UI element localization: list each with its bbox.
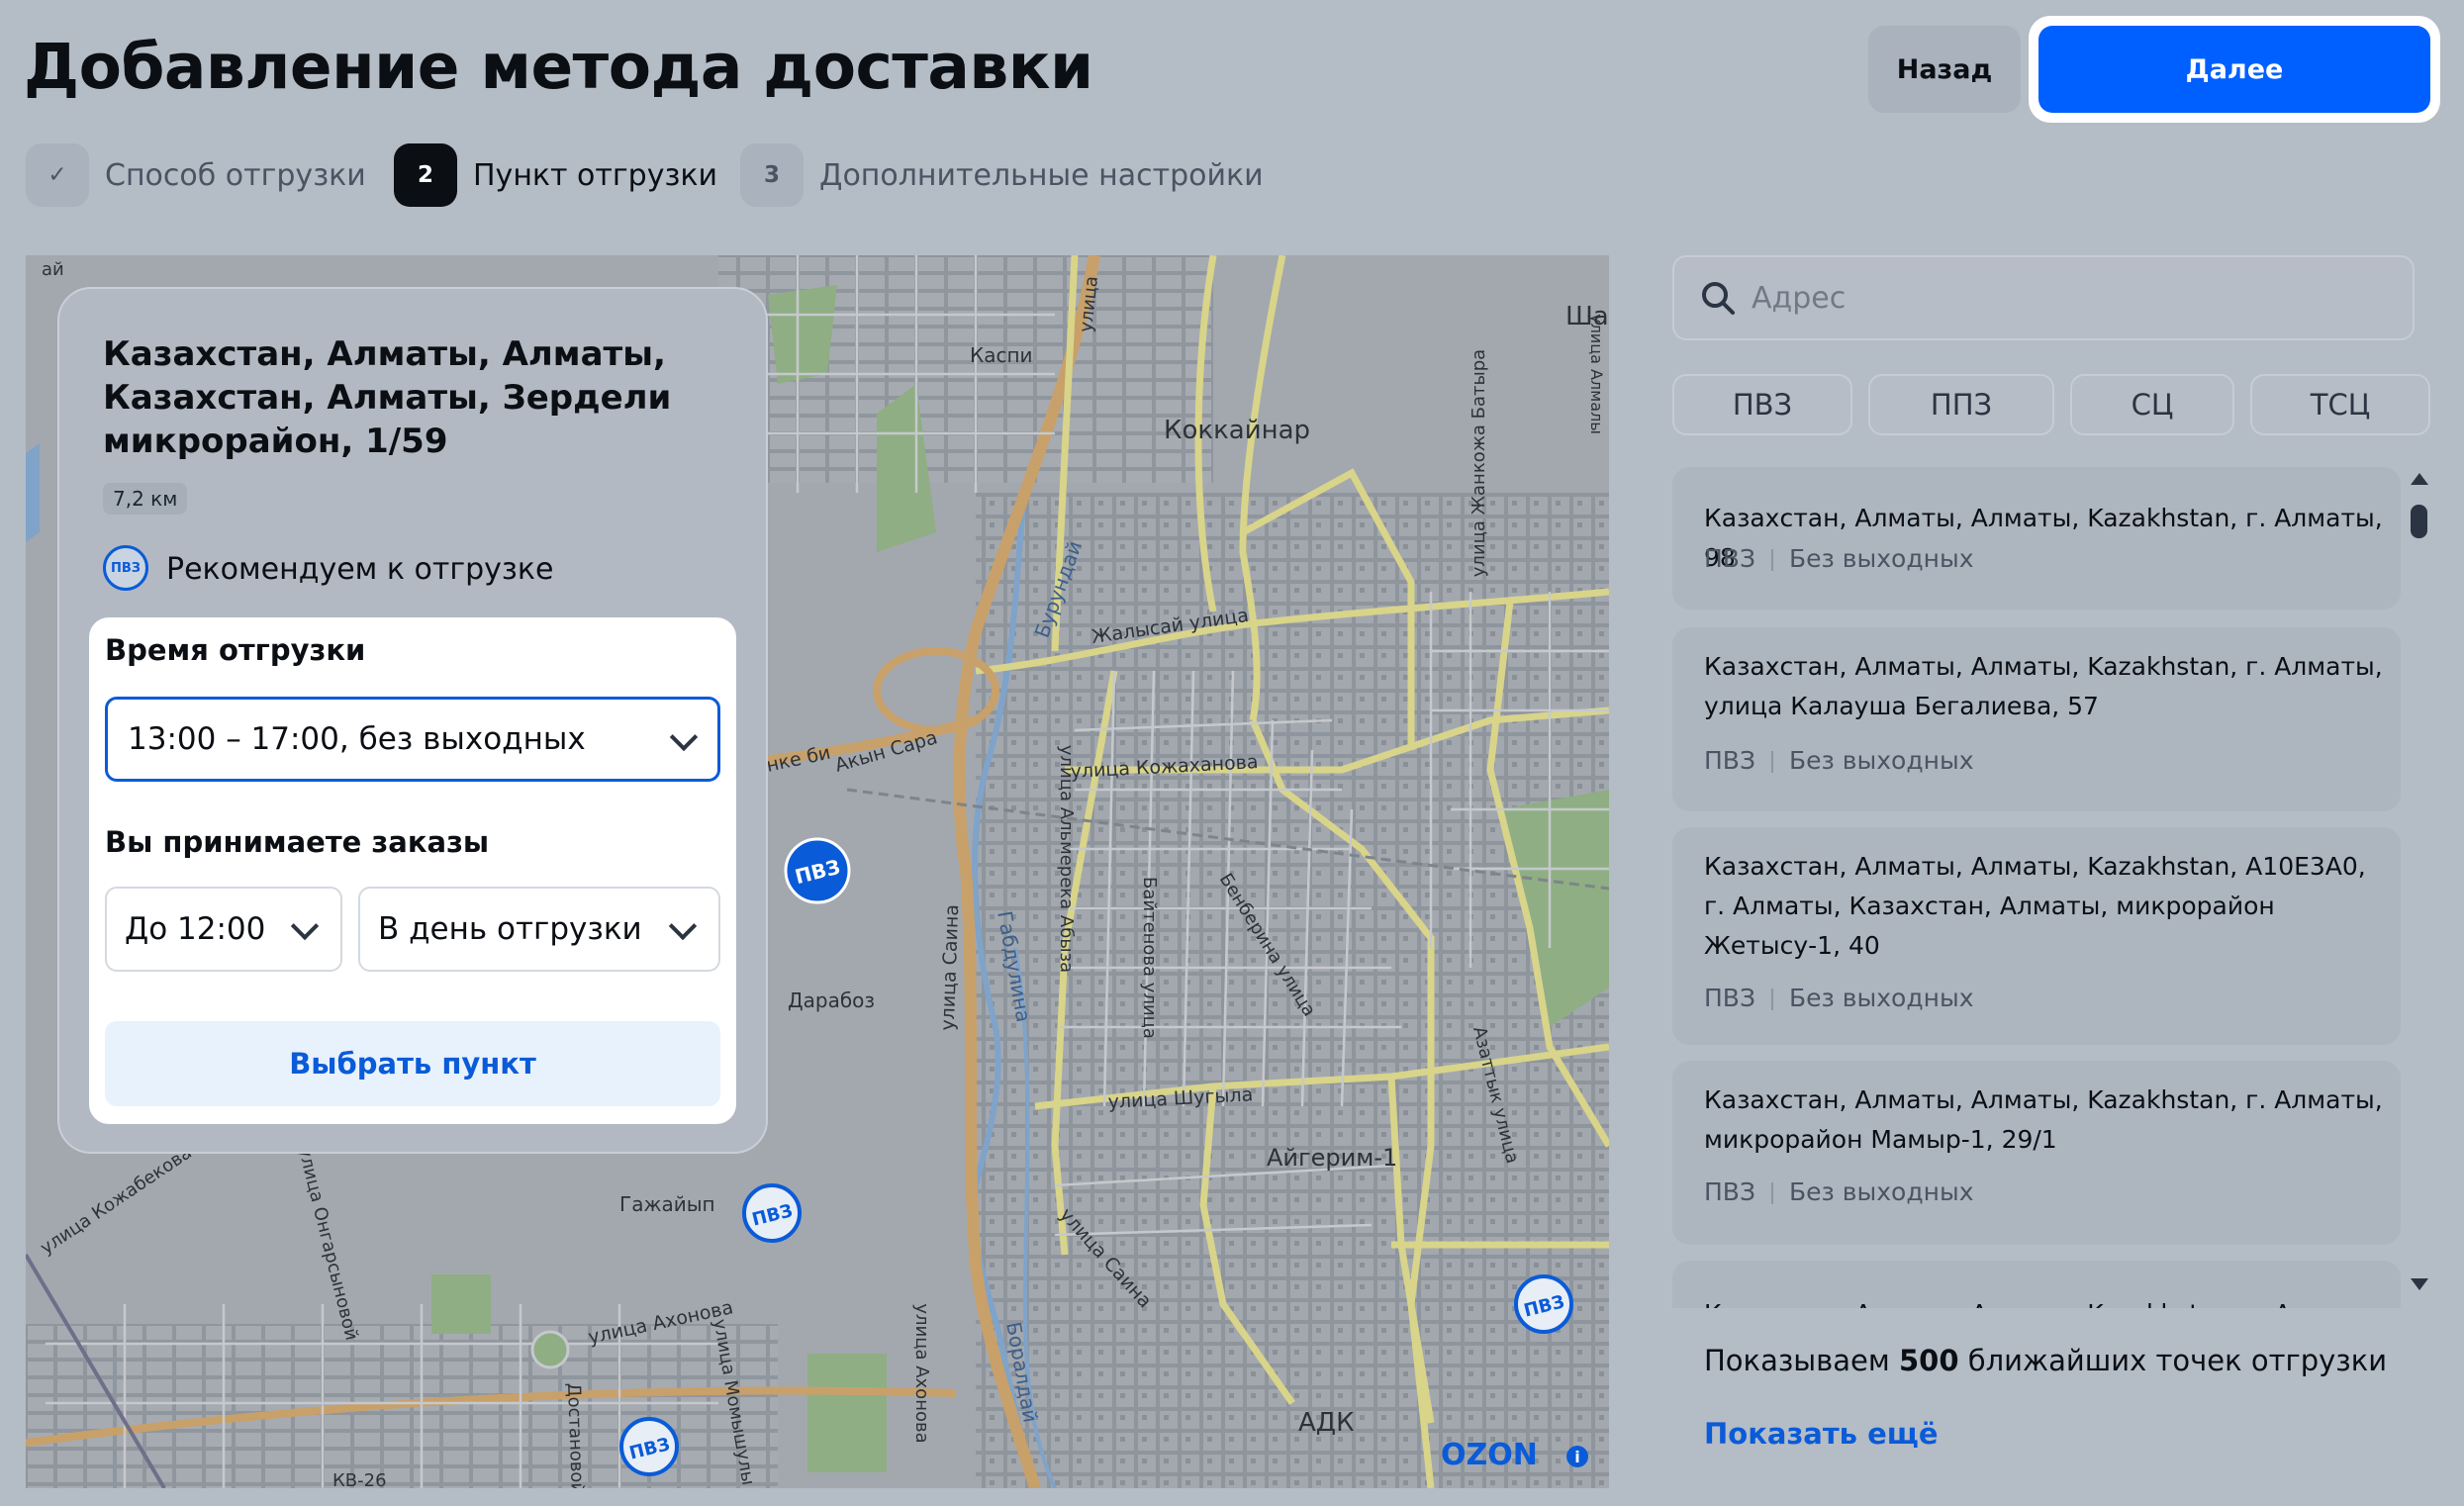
shipment-time-select[interactable]: 13:00 – 17:00, без выходных <box>105 697 720 782</box>
orders-until-select[interactable]: До 12:00 <box>105 887 342 972</box>
orders-day-select[interactable]: В день отгрузки <box>358 887 720 972</box>
scrollbar-thumb[interactable] <box>2411 505 2427 538</box>
list-item[interactable]: Казахстан, Алматы, Алматы, Kazakhstan, A… <box>1672 827 2401 1045</box>
map-label: Каспи <box>970 343 1033 367</box>
orders-until-value: До 12:00 <box>125 911 266 947</box>
list-item[interactable]: Казахстан, Алматы, Алматы, Kazakhstan, г… <box>1672 627 2401 811</box>
map-label: улица Ахонова <box>911 1303 932 1443</box>
showing-prefix: Показываем <box>1704 1344 1899 1377</box>
map-label: улица Алмалы <box>1587 314 1606 434</box>
search-icon <box>1702 282 1735 315</box>
filter-pvz[interactable]: ПВЗ <box>1672 374 1852 435</box>
map-marker-selected[interactable]: ПВЗ <box>784 837 851 904</box>
list-item-type: ПВЗ <box>1704 544 1755 573</box>
point-address: Казахстан, Алматы, Алматы, Казахстан, Ал… <box>103 334 672 461</box>
filter-ppz[interactable]: ППЗ <box>1868 374 2054 435</box>
choose-point-button[interactable]: Выбрать пункт <box>105 1021 720 1106</box>
back-button[interactable]: Назад <box>1868 26 2021 113</box>
list-item-meta: ПВЗ Без выходных <box>1704 984 1973 1012</box>
points-list[interactable]: Казахстан, Алматы, Алматы, Kazakhstan, г… <box>1672 467 2413 1308</box>
shipment-time-value: 13:00 – 17:00, без выходных <box>128 721 586 757</box>
step-shipping-method[interactable]: ✓ Способ отгрузки <box>26 142 366 208</box>
ozon-logo: OZON <box>1441 1438 1538 1472</box>
map-marker[interactable]: ПВЗ <box>1514 1274 1573 1334</box>
list-item[interactable]: Казахстан, Алматы, Алматы, Kazakhstan, г… <box>1672 1061 2401 1245</box>
map-label: Гажайып <box>619 1192 715 1216</box>
showing-suffix: ближайших точек отгрузки <box>1958 1344 2388 1377</box>
list-item-address: Казахстан, Алматы, Алматы, Kazakhstan, A… <box>1704 852 2366 960</box>
address-search[interactable] <box>1672 255 2415 340</box>
list-item-schedule: Без выходных <box>1788 544 1974 573</box>
list-item-address: Казахстан, Алматы, Алматы, Kazakhstan, г… <box>1704 1085 2383 1154</box>
list-item-meta: ПВЗ Без выходных <box>1704 544 1973 573</box>
pvz-icon: ПВЗ <box>103 545 148 591</box>
map-label: Байтенова улица <box>1139 877 1160 1039</box>
map-label: Дарабоз <box>788 988 875 1012</box>
list-item-address: Казахстан, Алматы, Алматы, Kazakhstan, г… <box>1704 652 2383 720</box>
list-item-type: ПВЗ <box>1704 1177 1755 1206</box>
info-icon-glyph: i <box>1574 1448 1579 1466</box>
check-icon: ✓ <box>26 143 89 207</box>
showing-count-text: Показываем 500 ближайших точек отгрузки <box>1704 1344 2387 1377</box>
map-label: улица Альмерека Абыза <box>1056 745 1077 973</box>
shipment-time-label: Время отгрузки <box>105 633 366 667</box>
map-marker[interactable]: ПВЗ <box>619 1417 679 1476</box>
list-item-address: Казахстан, Алматы, Алматы, Kazakhstan, г… <box>1704 1294 2387 1308</box>
step-shipping-point[interactable]: 2 Пункт отгрузки <box>394 142 717 208</box>
list-item[interactable]: Казахстан, Алматы, Алматы, Kazakhstan, г… <box>1672 467 2401 610</box>
distance-badge: 7,2 км <box>103 483 188 515</box>
list-item-type: ПВЗ <box>1704 984 1755 1012</box>
step-additional-settings[interactable]: 3 Дополнительные настройки <box>740 142 1264 208</box>
next-button[interactable]: Далее <box>2038 26 2430 113</box>
chevron-down-icon <box>290 911 320 941</box>
orders-day-value: В день отгрузки <box>378 911 642 947</box>
step-label: Способ отгрузки <box>105 157 366 193</box>
list-item-schedule: Без выходных <box>1788 1177 1974 1206</box>
scroll-up-arrow[interactable] <box>2411 473 2428 485</box>
address-search-input[interactable] <box>1750 279 2347 317</box>
scroll-down-arrow[interactable] <box>2411 1278 2428 1290</box>
filter-tsc[interactable]: ТСЦ <box>2250 374 2430 435</box>
map-label: Коккайнар <box>1164 416 1310 445</box>
list-item-schedule: Без выходных <box>1788 746 1974 775</box>
map-water <box>26 443 40 542</box>
map-park <box>431 1274 491 1334</box>
step-number: 3 <box>740 143 804 207</box>
step-label: Дополнительные настройки <box>819 157 1264 193</box>
list-item-meta: ПВЗ Без выходных <box>1704 1177 1973 1206</box>
map-roundabout <box>530 1330 570 1369</box>
page-title: Добавление метода доставки <box>24 31 1093 103</box>
step-label: Пункт отгрузки <box>473 157 718 193</box>
recommend-text: Рекомендуем к отгрузке <box>166 552 554 587</box>
chevron-down-icon <box>669 722 699 752</box>
orders-label: Вы принимаете заказы <box>105 825 490 859</box>
filter-sc[interactable]: СЦ <box>2070 374 2234 435</box>
map-label: КВ-26 <box>332 1470 387 1488</box>
show-more-link[interactable]: Показать ещё <box>1704 1417 1939 1451</box>
list-item-schedule: Без выходных <box>1788 984 1974 1012</box>
map-label: улица Жанкожа Батыра <box>1469 349 1489 577</box>
map-label: Айгерим-1 <box>1267 1144 1397 1172</box>
map-label: Достановой <box>563 1382 588 1488</box>
map-park <box>768 285 837 384</box>
step-number: 2 <box>394 143 457 207</box>
map-marker[interactable]: ПВЗ <box>742 1183 802 1243</box>
map-label: улица Саина <box>937 904 963 1031</box>
showing-count: 500 <box>1898 1344 1959 1377</box>
map-park <box>807 1354 887 1472</box>
chevron-down-icon <box>668 911 698 941</box>
map-label: ай <box>42 259 64 280</box>
list-item-type: ПВЗ <box>1704 746 1755 775</box>
list-item-meta: ПВЗ Без выходных <box>1704 746 1973 775</box>
map-label: АДК <box>1298 1408 1355 1438</box>
list-item[interactable]: Казахстан, Алматы, Алматы, Kazakhstan, г… <box>1672 1261 2401 1308</box>
